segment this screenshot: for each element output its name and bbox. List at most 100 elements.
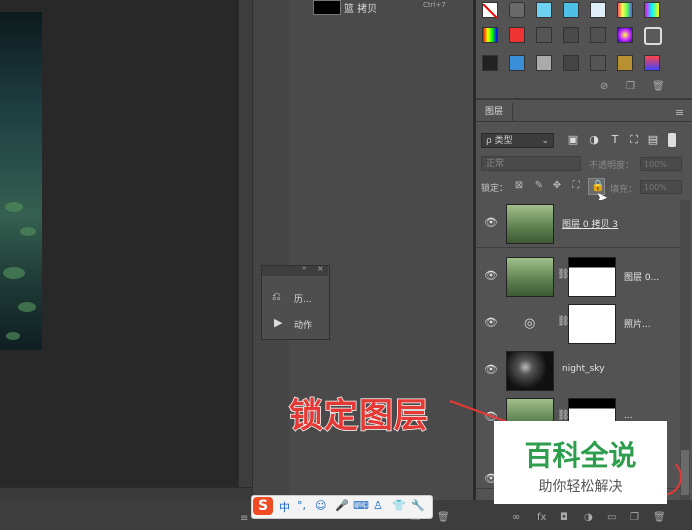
style-swatch[interactable] [590, 27, 606, 43]
layer-row[interactable]: 👁 night_sky [476, 347, 680, 395]
eye-icon[interactable]: 👁 [484, 217, 498, 229]
style-swatch[interactable] [617, 27, 633, 43]
layer-thumbnail [506, 351, 554, 391]
add-mask-icon[interactable]: ◘ [560, 512, 568, 523]
style-swatch[interactable] [509, 27, 525, 43]
layer-name[interactable]: 图层 0 拷贝 3 [562, 217, 618, 230]
eye-icon[interactable]: 👁 [484, 364, 498, 376]
history-label[interactable]: 历... [294, 292, 312, 305]
eye-icon[interactable]: 👁 [484, 270, 498, 282]
tab-layers[interactable]: 图层 [476, 103, 513, 121]
adjustment-layer-icon: ◎ [524, 316, 536, 331]
style-swatch[interactable] [617, 55, 633, 71]
style-swatch[interactable] [536, 55, 552, 71]
canvas-image [0, 12, 42, 350]
panel-menu-icon[interactable]: ≡ [240, 513, 248, 524]
shape-filter-icon[interactable]: ⛶ [627, 133, 641, 147]
style-swatch[interactable] [644, 2, 660, 18]
microphone-icon[interactable]: 🎤 [335, 499, 349, 512]
actions-panel-header[interactable]: » × [262, 264, 328, 276]
layer-thumbnail [506, 257, 554, 297]
style-swatch[interactable] [536, 27, 552, 43]
style-swatch[interactable] [563, 2, 579, 18]
lock-label: 锁定： [481, 184, 509, 194]
fill-label: 填充： [610, 185, 638, 195]
layer-name[interactable]: night_sky [562, 364, 605, 374]
opacity-label: 不透明度： [589, 161, 635, 171]
play-icon[interactable]: ▶ [274, 316, 282, 329]
style-swatch[interactable] [482, 2, 498, 19]
watermark-subtitle: 助你轻松解决 [538, 479, 623, 495]
fill-input[interactable]: 100% [640, 180, 682, 194]
layer-row[interactable]: 👁 ⛓ 图层 0... [476, 253, 680, 301]
layer-filter-select[interactable]: ρ 类型 ⌄ [481, 133, 554, 148]
lock-image-icon[interactable]: ✎ [533, 180, 545, 192]
pixel-filter-icon[interactable]: ▣ [566, 133, 580, 147]
link-layers-icon[interactable]: ∞ [512, 512, 520, 523]
layer-filter-label: ρ 类型 [486, 136, 513, 146]
adjustment-filter-icon[interactable]: ◑ [587, 133, 601, 147]
style-swatch[interactable] [563, 27, 579, 43]
actions-label[interactable]: 动作 [294, 318, 312, 331]
filter-toggle-icon[interactable] [668, 133, 676, 147]
ime-logo-icon[interactable]: S [253, 497, 273, 515]
trash-icon[interactable]: 🗑 [653, 512, 666, 523]
style-swatch[interactable] [563, 55, 579, 71]
layer-name[interactable]: 照片... [624, 317, 651, 330]
skin-icon[interactable]: 👕 [392, 499, 406, 512]
delete-style-icon[interactable]: 🗑 [652, 81, 665, 92]
layer-row[interactable]: 👁 图层 0 拷贝 3 [476, 200, 680, 248]
opacity-input[interactable]: 100% [640, 157, 682, 171]
style-swatch[interactable] [590, 2, 606, 18]
adjustment-icon[interactable]: ◑ [584, 512, 593, 523]
emoji-icon[interactable]: ☺ [315, 499, 326, 512]
collapse-icon[interactable]: » [302, 264, 306, 272]
style-swatch[interactable] [590, 55, 606, 71]
style-swatch[interactable] [644, 27, 662, 45]
layer-mask-thumbnail[interactable] [568, 257, 616, 297]
smart-object-filter-icon[interactable]: ▤ [646, 133, 660, 147]
ime-punctuation-toggle[interactable]: °, [297, 499, 306, 512]
panel-menu-icon[interactable]: ≡ [675, 106, 684, 119]
style-swatch[interactable] [617, 2, 633, 18]
new-style-icon[interactable]: ❐ [626, 81, 635, 92]
clear-style-icon[interactable]: ⊘ [600, 81, 608, 92]
chevron-down-icon: ⌄ [541, 136, 549, 146]
style-swatch[interactable] [644, 55, 660, 71]
history-snapshot-thumb[interactable] [313, 0, 341, 15]
style-swatch[interactable] [509, 2, 525, 18]
layer-mask-thumbnail[interactable] [568, 304, 616, 344]
style-swatch[interactable] [509, 55, 525, 71]
group-icon[interactable]: ▭ [607, 512, 616, 523]
ime-language-toggle[interactable]: 中 [279, 499, 290, 515]
layers-scrollbar-thumb[interactable] [681, 450, 689, 495]
close-icon[interactable]: × [317, 264, 324, 273]
user-icon[interactable]: ♙ [373, 499, 383, 512]
style-swatch[interactable] [482, 27, 498, 43]
keyboard-icon[interactable]: ⌨ [353, 499, 369, 512]
settings-icon[interactable]: 🔧 [411, 499, 425, 512]
lock-artboard-icon[interactable]: ⛶ [570, 180, 582, 192]
watermark-title: 百科全说 [524, 439, 637, 472]
layer-name[interactable]: 图层 0... [624, 270, 659, 283]
layer-row[interactable]: 👁 ◎ ⛓ 照片... [476, 300, 680, 348]
type-filter-icon[interactable]: T [608, 133, 622, 147]
layer-name[interactable]: ... [624, 411, 633, 421]
history-item-label[interactable]: 篮 拷贝 [344, 0, 377, 15]
eye-icon[interactable]: 👁 [484, 317, 498, 329]
blend-mode-select[interactable]: 正常 [481, 156, 581, 171]
styles-panel: ⊘ ❐ 🗑 [476, 0, 692, 98]
panel-dock-strip [252, 0, 290, 500]
chain-link-icon[interactable]: ⛓ [557, 269, 570, 283]
history-icon[interactable]: ⎌ [272, 290, 281, 304]
lock-position-icon[interactable]: ✥ [551, 180, 563, 192]
chain-link-icon[interactable]: ⛓ [557, 316, 570, 330]
style-swatch[interactable] [482, 55, 498, 71]
canvas-vertical-scrollbar[interactable] [238, 0, 253, 487]
trash-icon[interactable]: 🗑 [437, 512, 450, 523]
fx-icon[interactable]: fx [537, 512, 546, 523]
lock-transparent-icon[interactable]: ⊠ [513, 180, 525, 192]
style-swatch[interactable] [536, 2, 552, 18]
layer-thumbnail [506, 204, 554, 244]
new-layer-icon[interactable]: ❐ [630, 512, 639, 523]
